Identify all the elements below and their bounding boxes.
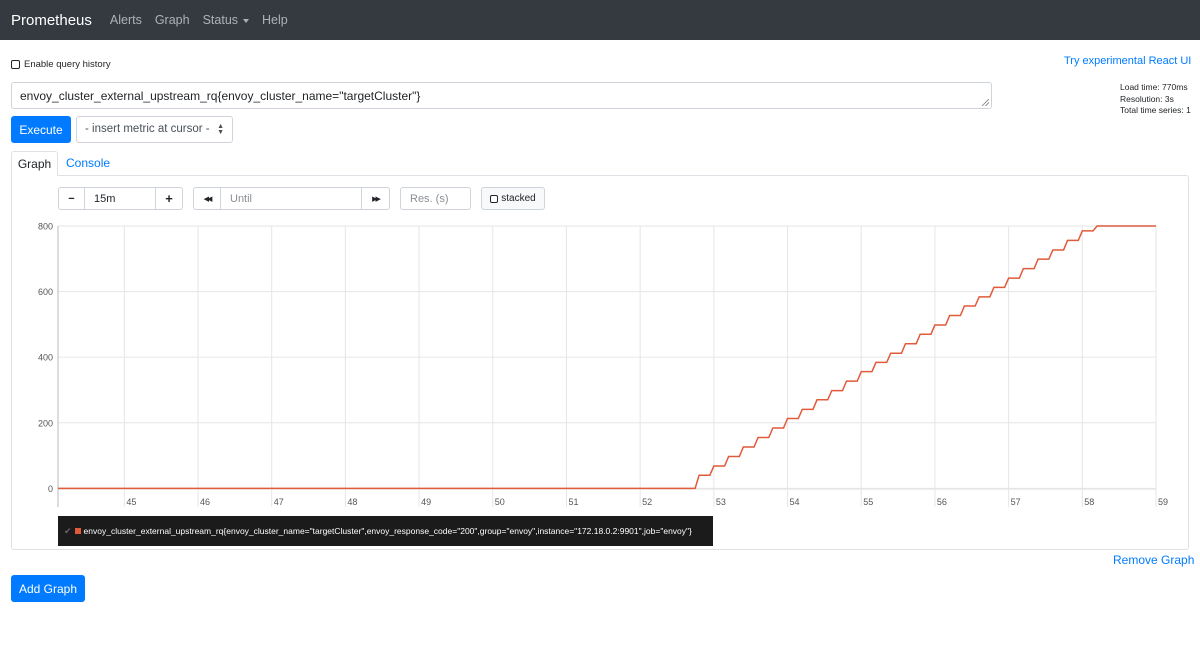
chart-grid [57,225,1157,507]
nav-status-dropdown[interactable]: Status [202,13,250,27]
load-time-text: Load time: 770ms [1120,82,1188,92]
tab-graph[interactable]: Graph [11,151,58,176]
x-tick-label: 57 [1011,497,1021,507]
nav-alerts[interactable]: Alerts [110,13,142,27]
caret-down-icon [243,18,250,23]
stacked-label: stacked [501,193,536,204]
tab-console[interactable]: Console [66,156,110,170]
insert-metric-select[interactable]: - insert metric at cursor - ▲ ▼ [76,116,233,143]
expression-text: envoy_cluster_external_upstream_rq{envoy… [20,89,421,103]
stacked-toggle-button[interactable]: stacked [481,187,545,210]
query-stats: Load time: 770ms Resolution: 3s Total ti… [1120,82,1191,117]
range-decrease-button[interactable]: − [58,187,85,210]
until-placeholder: Until [230,192,253,205]
x-tick-label: 56 [937,497,947,507]
resize-handle-icon[interactable] [982,99,989,106]
legend-check-icon[interactable]: ✔ [64,526,72,537]
range-increase-button[interactable]: + [155,187,183,210]
remove-graph-link[interactable]: Remove Graph [1113,553,1194,567]
range-value: 15m [94,192,116,205]
x-tick-label: 59 [1158,497,1168,507]
brand-link[interactable]: Prometheus [11,12,92,29]
x-tick-label: 52 [642,497,652,507]
time-forward-button[interactable]: ▶▶ [361,187,390,210]
x-tick-label: 54 [790,497,800,507]
x-tick-label: 46 [200,497,210,507]
x-tick-label: 48 [347,497,357,507]
nav-graph[interactable]: Graph [155,13,190,27]
y-tick-label: 400 [38,353,53,363]
query-history-label: Enable query history [24,59,111,70]
time-back-button[interactable]: ◀◀ [193,187,221,210]
resolution-placeholder: Res. (s) [410,192,449,205]
resolution-input[interactable]: Res. (s) [400,187,471,210]
legend-color-swatch [74,528,81,534]
add-graph-button[interactable]: Add Graph [11,575,85,602]
plus-icon: + [165,191,173,206]
react-ui-link[interactable]: Try experimental React UI [1064,55,1191,67]
fast-forward-icon: ▶▶ [372,195,381,203]
x-tick-label: 53 [716,497,726,507]
series-legend[interactable]: ✔ envoy_cluster_external_upstream_rq{env… [58,516,713,546]
execute-button[interactable]: Execute [11,116,71,143]
query-history-checkbox[interactable] [11,60,20,69]
x-tick-label: 49 [421,497,431,507]
until-input[interactable]: Until [220,187,362,210]
x-tick-label: 45 [126,497,136,507]
x-tick-label: 51 [568,497,578,507]
x-tick-label: 55 [863,497,873,507]
query-history-toggle[interactable]: Enable query history [11,59,111,70]
y-tick-label: 0 [48,484,53,494]
rewind-icon: ◀◀ [203,195,213,203]
metric-select-value: - insert metric at cursor - [85,123,210,135]
nav-status-label: Status [202,13,239,27]
stacked-checkbox [490,194,499,203]
x-tick-label: 47 [274,497,284,507]
range-input[interactable]: 15m [84,187,156,210]
legend-series-label: envoy_cluster_external_upstream_rq{envoy… [83,526,692,536]
total-series-text: Total time series: 1 [1120,105,1191,115]
expression-input[interactable]: envoy_cluster_external_upstream_rq{envoy… [11,82,992,109]
select-updown-icon: ▲ ▼ [217,123,224,136]
graph-chart[interactable]: 0 200 400 600 800 45 46 47 48 49 50 51 52 53 54 55 56 57 5… [0,218,1200,514]
resolution-text: Resolution: 3s [1120,93,1174,104]
navbar: Prometheus Alerts Graph Status Help [0,0,1200,40]
y-tick-label: 800 [38,222,53,232]
nav-help[interactable]: Help [262,13,288,27]
x-tick-label: 50 [495,497,505,507]
y-tick-label: 200 [38,418,53,428]
x-tick-label: 58 [1084,497,1094,507]
minus-icon: − [68,192,75,205]
chart-axes: 0 200 400 600 800 45 46 47 48 49 50 51 52 53 54 55 56 57 5… [38,222,1168,507]
y-tick-label: 600 [38,287,53,297]
